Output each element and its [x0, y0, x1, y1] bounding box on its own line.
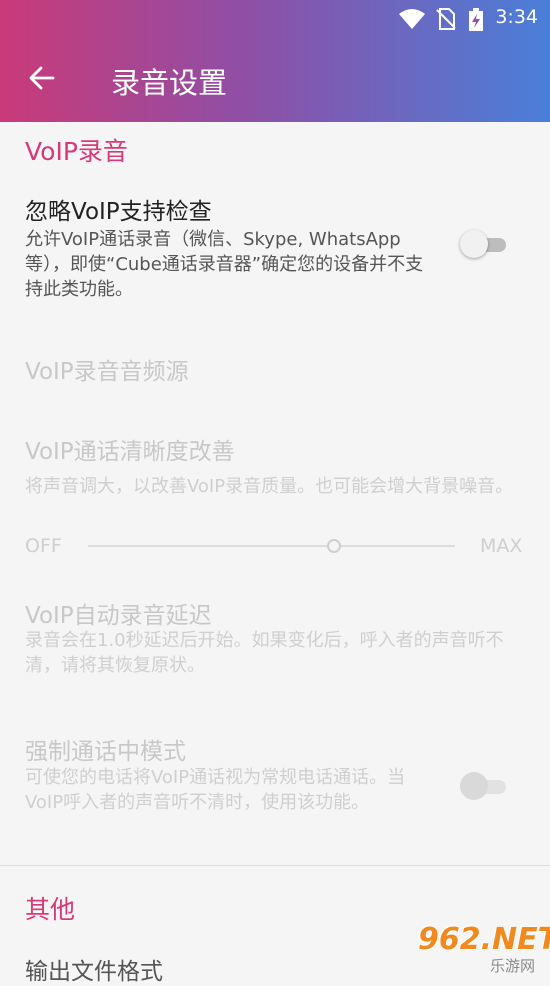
- pref-summary: 将声音调大，以改善VoIP录音质量。也可能会增大背景噪音。: [25, 476, 514, 497]
- status-time: 3:34: [495, 6, 538, 28]
- watermark-subtext: 乐游网: [490, 957, 536, 975]
- section-header-voip: VoIP录音: [25, 137, 128, 166]
- back-button[interactable]: [18, 56, 66, 104]
- watermark-text: 962.NET: [418, 922, 550, 957]
- seekbar-min-label: OFF: [25, 535, 62, 557]
- pref-title: VoIP通话清晰度改善: [25, 439, 235, 465]
- page-title: 录音设置: [111, 66, 228, 100]
- pref-title: 输出文件格式: [25, 959, 163, 985]
- pref-title: VoIP录音音频源: [25, 359, 189, 385]
- pref-summary: 录音会在1.0秒延迟后开始。如果变化后，呼入者的声音听不清，请将其恢复原状。: [25, 630, 504, 676]
- pref-title: VoIP自动录音延迟: [25, 603, 212, 629]
- battery-charging-icon: [468, 8, 484, 36]
- seekbar-max-label: MAX: [480, 535, 523, 557]
- switch-thumb: [460, 772, 488, 800]
- clarity-seekbar-thumb: [326, 539, 341, 553]
- status-bar: 3:34: [0, 0, 550, 38]
- ignore-check-switch[interactable]: [460, 230, 506, 258]
- app-bar: 3:34 录音设置: [0, 0, 550, 122]
- clarity-seekbar-track: [88, 545, 455, 547]
- pref-summary: 可使您的电话将VoIP通话视为常规电话通话。当VoIP呼入者的声音听不清时，使用…: [25, 767, 406, 813]
- no-sim-icon: [436, 8, 456, 34]
- pref-title: 忽略VoIP支持检查: [25, 199, 212, 225]
- pref-title: 强制通话中模式: [25, 739, 186, 765]
- section-divider: [0, 865, 550, 866]
- section-header-other: 其他: [25, 895, 76, 924]
- force-mode-switch: [460, 772, 506, 800]
- arrow-left-icon: [29, 66, 55, 94]
- settings-list: VoIP录音 忽略VoIP支持检查 允许VoIP通话录音（微信、Skype, W…: [0, 122, 550, 985]
- watermark-logo: 962.NET 乐游网: [418, 922, 550, 975]
- wifi-icon: [398, 8, 426, 34]
- toolbar: 录音设置: [0, 38, 550, 122]
- switch-thumb: [460, 230, 488, 258]
- pref-summary: 允许VoIP通话录音（微信、Skype, WhatsApp等），即使“Cube通…: [25, 229, 424, 300]
